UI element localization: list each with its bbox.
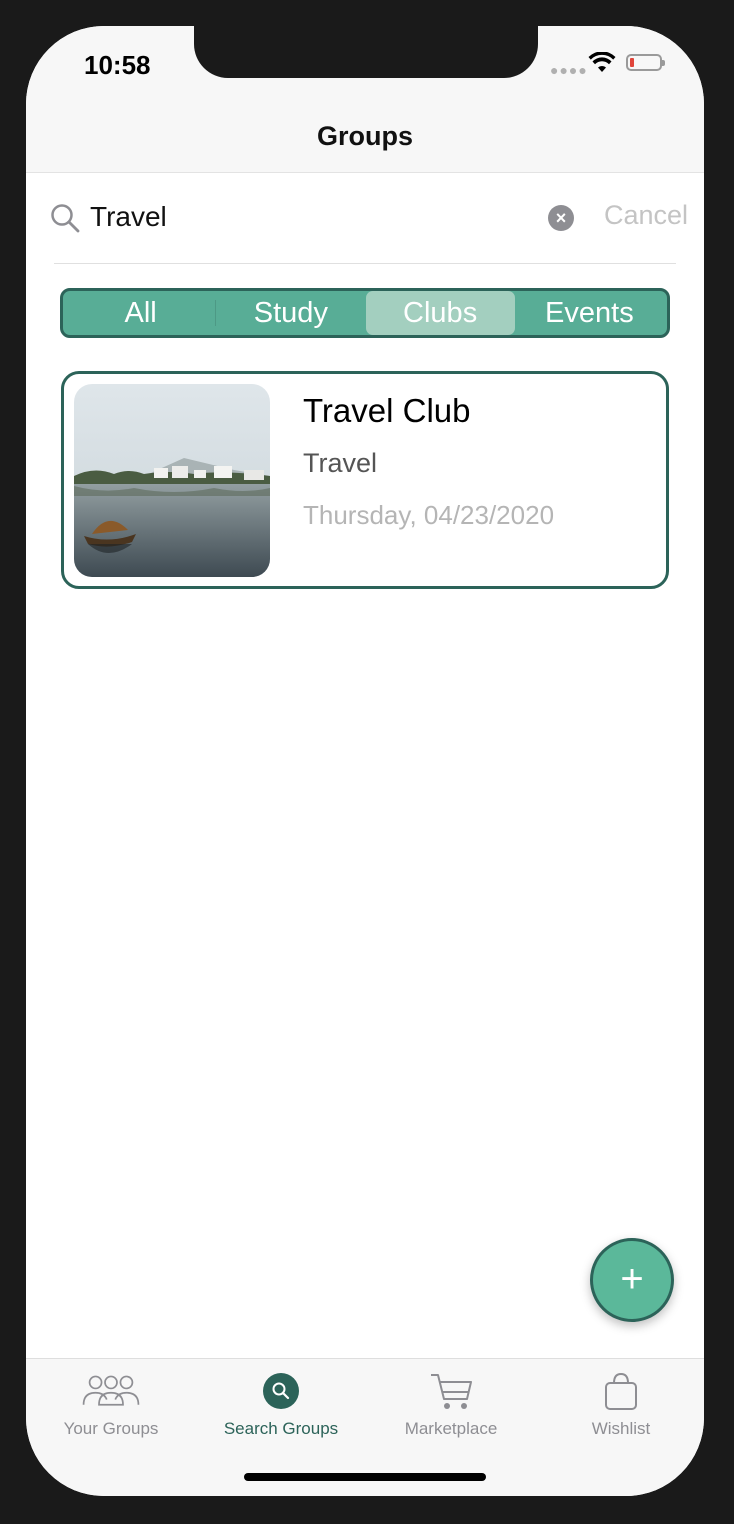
people-icon: [82, 1375, 140, 1406]
wifi-icon: [588, 52, 616, 72]
search-icon: [51, 204, 80, 233]
add-group-button[interactable]: +: [590, 1238, 674, 1322]
segment-study[interactable]: Study: [216, 291, 365, 335]
search-input[interactable]: [90, 197, 530, 237]
tab-label: Your Groups: [63, 1419, 159, 1438]
search-bar: × Cancel: [26, 173, 704, 263]
category-segmented-control: All Study Clubs Events: [60, 288, 670, 338]
signal-icon: ●●●●: [550, 62, 588, 78]
battery-icon: [626, 54, 665, 71]
group-card[interactable]: Travel Club Travel Thursday, 04/23/2020: [61, 371, 669, 589]
cancel-button[interactable]: Cancel: [604, 200, 688, 231]
segment-events[interactable]: Events: [515, 291, 664, 335]
app-screen: 10:58 ●●●● Groups × Cancel: [26, 26, 704, 1496]
search-divider: [54, 263, 676, 264]
segment-all[interactable]: All: [66, 291, 215, 335]
tab-label: Marketplace: [404, 1419, 498, 1438]
status-time: 10:58: [84, 50, 151, 80]
tab-marketplace[interactable]: Marketplace: [366, 1359, 536, 1449]
cart-icon: [431, 1374, 472, 1409]
tab-search-groups[interactable]: Search Groups: [196, 1359, 366, 1449]
device-frame: 10:58 ●●●● Groups × Cancel: [0, 0, 734, 1524]
group-date: Thursday, 04/23/2020: [303, 500, 555, 530]
tab-wishlist[interactable]: Wishlist: [536, 1359, 704, 1449]
page-title: Groups: [316, 121, 413, 151]
home-indicator: [244, 1473, 486, 1481]
group-title: Travel Club: [303, 392, 471, 429]
clear-search-icon[interactable]: ×: [548, 205, 574, 231]
navigation-bar: Groups: [26, 106, 704, 173]
tab-label: Search Groups: [223, 1419, 339, 1438]
search-circle-icon: [263, 1373, 299, 1409]
bag-icon: [605, 1372, 637, 1410]
group-category: Travel: [303, 448, 378, 478]
tab-your-groups[interactable]: Your Groups: [26, 1359, 196, 1449]
device-notch: [194, 26, 538, 78]
segment-clubs[interactable]: Clubs: [365, 291, 515, 335]
group-image: [74, 384, 270, 577]
tab-label: Wishlist: [591, 1419, 651, 1438]
